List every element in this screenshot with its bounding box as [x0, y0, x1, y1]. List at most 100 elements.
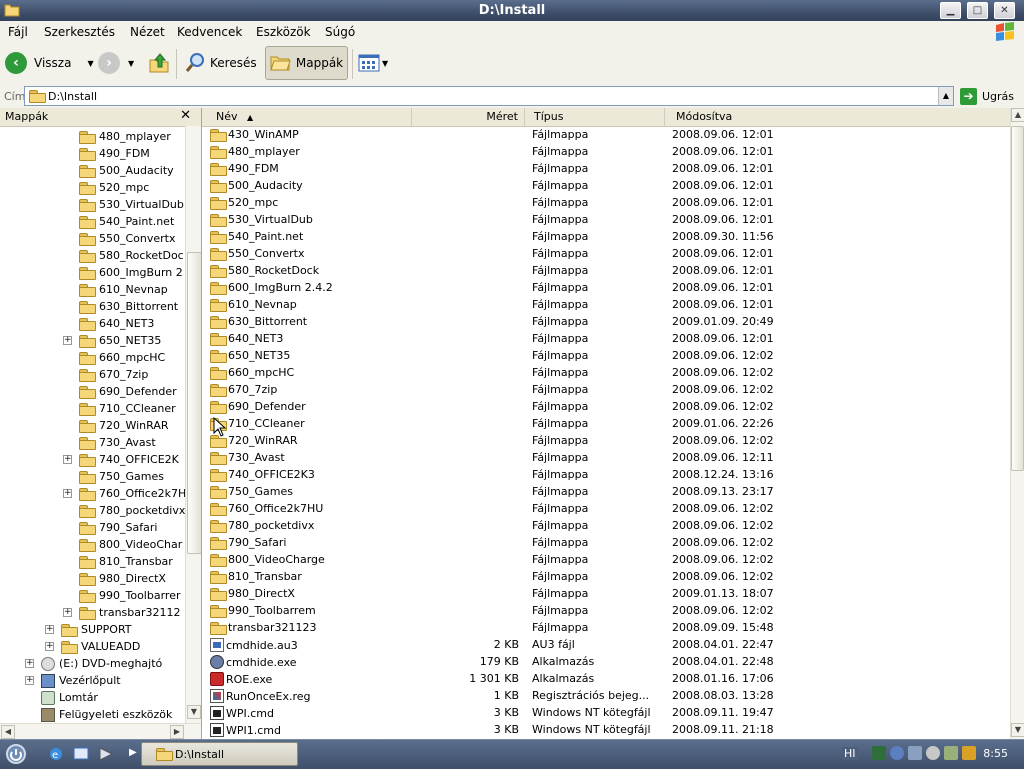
file-row[interactable]: 490_FDM Fájlmappa 2008.09.06. 12:01 [202, 160, 1010, 177]
tree-item[interactable]: 990_Toolbarrer [79, 587, 181, 604]
go-button[interactable]: ➔ Ugrás [960, 88, 1014, 105]
file-row[interactable]: 730_Avast Fájlmappa 2008.09.06. 12:11 [202, 449, 1010, 466]
file-row[interactable]: 480_mplayer Fájlmappa 2008.09.06. 12:01 [202, 143, 1010, 160]
file-row[interactable]: 430_WinAMP Fájlmappa 2008.09.06. 12:01 [202, 126, 1010, 143]
file-row[interactable]: 500_Audacity Fájlmappa 2008.09.06. 12:01 [202, 177, 1010, 194]
tree-item[interactable]: 800_VideoChar [79, 536, 182, 553]
menu-favorites[interactable]: Kedvencek [177, 25, 242, 39]
tree-item[interactable]: 690_Defender [79, 383, 177, 400]
power-tray-icon[interactable] [890, 746, 904, 760]
tree-item[interactable]: 540_Paint.net [79, 213, 174, 230]
tree-item[interactable]: 670_7zip [79, 366, 148, 383]
file-row[interactable]: 990_Toolbarrem Fájlmappa 2008.09.06. 12:02 [202, 602, 1010, 619]
file-row[interactable]: 540_Paint.net Fájlmappa 2008.09.30. 11:56 [202, 228, 1010, 245]
tree-item[interactable]: 630_Bittorrent [79, 298, 178, 315]
tree-item[interactable]: 480_mplayer [79, 128, 171, 145]
file-row[interactable]: 610_Nevnap Fájlmappa 2008.09.06. 12:01 [202, 296, 1010, 313]
file-row[interactable]: cmdhide.au3 2 KB AU3 fájl 2008.04.01. 22:47 [202, 636, 1010, 653]
file-row[interactable]: 810_Transbar Fájlmappa 2008.09.06. 12:02 [202, 568, 1010, 585]
file-row[interactable]: 530_VirtualDub Fájlmappa 2008.09.06. 12:01 [202, 211, 1010, 228]
close-button[interactable]: ✕ [994, 2, 1015, 19]
search-button[interactable]: Keresés [184, 46, 257, 80]
tree-item[interactable]: 650_NET35 [79, 332, 161, 349]
tree-item[interactable]: Felügyeleti eszközök [41, 706, 172, 723]
tree-item[interactable]: 730_Avast [79, 434, 156, 451]
forward-dropdown-icon[interactable]: ▼ [128, 59, 134, 68]
scroll-up-icon[interactable]: ▲ [1011, 108, 1024, 122]
file-row[interactable]: 800_VideoCharge Fájlmappa 2008.09.06. 12:0… [202, 551, 1010, 568]
menu-tools[interactable]: Eszközök [256, 25, 311, 39]
file-row[interactable]: 740_OFFICE2K3 Fájlmappa 2008.12.24. 13:16 [202, 466, 1010, 483]
file-row[interactable]: 790_Safari Fájlmappa 2008.09.06. 12:02 [202, 534, 1010, 551]
expand-icon[interactable]: + [63, 489, 72, 498]
tree-vertical-scrollbar[interactable]: ▼ [185, 126, 201, 723]
menu-view[interactable]: Nézet [130, 25, 165, 39]
clock[interactable]: 8:55 [983, 747, 1008, 760]
file-row[interactable]: 780_pocketdivx Fájlmappa 2008.09.06. 12:02 [202, 517, 1010, 534]
tree-item[interactable]: 640_NET3 [79, 315, 154, 332]
expand-icon[interactable]: + [45, 625, 54, 634]
column-header-type[interactable]: Típus [525, 108, 665, 126]
list-scroll-thumb[interactable] [1011, 126, 1024, 471]
media-player-icon[interactable] [97, 745, 115, 763]
file-row[interactable]: 670_7zip Fájlmappa 2008.09.06. 12:02 [202, 381, 1010, 398]
expand-icon[interactable]: + [63, 608, 72, 617]
menu-file[interactable]: Fájl [8, 25, 28, 39]
back-button[interactable]: ‹ Vissza ▼ [5, 46, 94, 80]
expand-icon[interactable]: + [45, 642, 54, 651]
expand-icon[interactable]: + [25, 676, 34, 685]
menu-edit[interactable]: Szerkesztés [44, 25, 115, 39]
tree-item[interactable]: 600_ImgBurn 2 [79, 264, 183, 281]
address-dropdown-icon[interactable]: ▲ [938, 87, 953, 105]
network-tray-icon[interactable] [872, 746, 886, 760]
antivirus-tray-icon[interactable] [926, 746, 940, 760]
device-tray-icon[interactable] [944, 746, 958, 760]
show-desktop-icon[interactable] [72, 745, 90, 763]
column-header-size[interactable]: Méret [412, 108, 525, 126]
expand-icon[interactable]: + [63, 455, 72, 464]
tree-item[interactable]: 610_Nevnap [79, 281, 168, 298]
taskbar-window-button[interactable]: D:\Install [141, 742, 298, 766]
tree-item[interactable]: 740_OFFICE2K [79, 451, 179, 468]
language-indicator[interactable]: HI [842, 747, 858, 760]
tree-item[interactable]: 760_Office2k7H [79, 485, 185, 502]
up-folder-button[interactable] [148, 46, 170, 80]
file-row[interactable]: RunOnceEx.reg 1 KB Regisztrációs bejeg... 2… [202, 687, 1010, 704]
quick-launch-expand-icon[interactable]: ▶ [129, 747, 137, 758]
address-field[interactable]: D:\Install ▲ [24, 86, 954, 106]
tree-item[interactable]: 520_mpc [79, 179, 149, 196]
tree-item[interactable]: Lomtár [41, 689, 98, 706]
file-row[interactable]: 710_CCleaner Fájlmappa 2009.01.06. 22:26 [202, 415, 1010, 432]
scroll-left-icon[interactable]: ◀ [1, 725, 15, 739]
tree-item[interactable]: 710_CCleaner [79, 400, 176, 417]
scroll-down-icon[interactable]: ▼ [187, 705, 201, 719]
file-row[interactable]: 550_Convertx Fájlmappa 2008.09.06. 12:01 [202, 245, 1010, 262]
tree-item[interactable]: 810_Transbar [79, 553, 173, 570]
tree-item[interactable]: (E:) DVD-meghajtó [41, 655, 162, 672]
expand-icon[interactable]: + [63, 336, 72, 345]
file-row[interactable]: 630_Bittorrent Fájlmappa 2009.01.09. 20:49 [202, 313, 1010, 330]
file-row[interactable]: 580_RocketDock Fájlmappa 2008.09.06. 12:01 [202, 262, 1010, 279]
tree-item[interactable]: SUPPORT [61, 621, 132, 638]
maximize-button[interactable]: □ [967, 2, 988, 19]
tree-scroll-thumb[interactable] [187, 252, 201, 554]
list-vertical-scrollbar[interactable]: ▲ ▼ [1010, 108, 1024, 739]
tree-item[interactable]: 530_VirtualDub [79, 196, 184, 213]
tree-item[interactable]: 660_mpcHC [79, 349, 165, 366]
file-row[interactable]: 640_NET3 Fájlmappa 2008.09.06. 12:01 [202, 330, 1010, 347]
column-header-modified[interactable]: Módosítva [665, 108, 1010, 126]
file-row[interactable]: 980_DirectX Fájlmappa 2009.01.13. 18:07 [202, 585, 1010, 602]
scroll-right-icon[interactable]: ▶ [170, 725, 184, 739]
file-row[interactable]: WPI1.cmd 3 KB Windows NT kötegfájl 2008.09.… [202, 721, 1010, 738]
tree-horizontal-scrollbar[interactable]: ◀ ▶ [0, 723, 201, 739]
views-button[interactable]: ▼ [358, 46, 388, 80]
file-row[interactable]: 720_WinRAR Fájlmappa 2008.09.06. 12:02 [202, 432, 1010, 449]
tree-item[interactable]: Vezérlőpult [41, 672, 121, 689]
scroll-down-icon[interactable]: ▼ [1011, 723, 1024, 737]
tree-item[interactable]: 580_RocketDoc [79, 247, 184, 264]
file-row[interactable]: cmdhide.exe 179 KB Alkalmazás 2008.04.01. 2… [202, 653, 1010, 670]
tree-item[interactable]: 550_Convertx [79, 230, 176, 247]
tree-item[interactable]: 790_Safari [79, 519, 157, 536]
tree-item[interactable]: 750_Games [79, 468, 164, 485]
expand-icon[interactable]: + [25, 659, 34, 668]
